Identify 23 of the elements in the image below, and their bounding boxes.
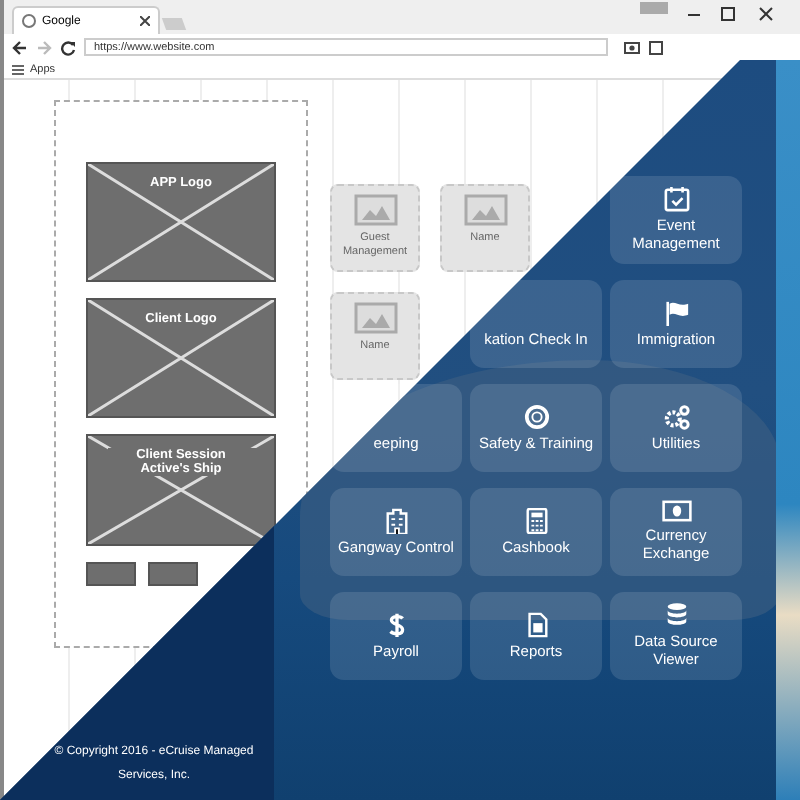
apps-grid-icon (12, 63, 24, 75)
dollar-icon (383, 611, 409, 638)
banknote-icon (661, 500, 691, 523)
globe-icon (22, 14, 36, 28)
calculator-icon (523, 507, 549, 534)
gears-icon (663, 403, 689, 430)
document-icon (523, 611, 549, 638)
close-icon[interactable] (140, 16, 150, 26)
image-icon (353, 194, 397, 226)
database-icon (663, 602, 689, 629)
flag-icon (663, 299, 689, 326)
button-placeholder (148, 562, 198, 586)
calendar-icon (663, 186, 689, 213)
button-placeholder (86, 562, 136, 586)
extension-icon[interactable] (648, 39, 664, 55)
back-icon[interactable] (12, 39, 28, 55)
image-icon (353, 302, 397, 334)
camera-icon[interactable] (624, 40, 640, 54)
reload-icon[interactable] (60, 39, 76, 55)
image-icon (463, 194, 507, 226)
building-icon (383, 507, 409, 534)
lifebuoy-icon (523, 403, 549, 430)
window-controls-drawing[interactable] (688, 6, 776, 22)
